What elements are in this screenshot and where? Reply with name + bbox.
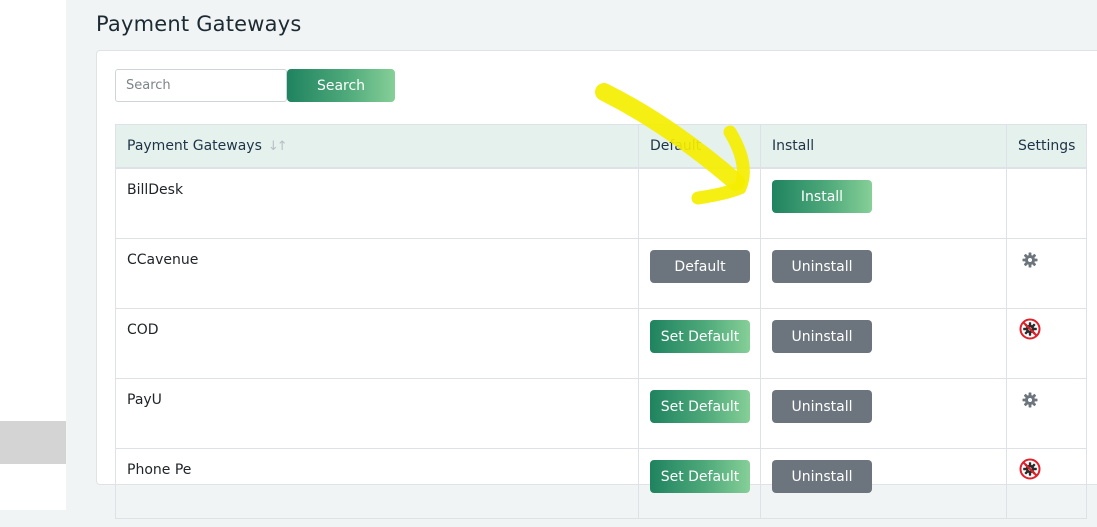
- table-row-cod: COD Set Default Uninstall: [115, 308, 1087, 379]
- settings-cell: [1006, 308, 1087, 379]
- install-button[interactable]: Install: [772, 180, 872, 213]
- default-button[interactable]: Default: [650, 250, 750, 283]
- table-row-billdesk: BillDesk Install: [115, 167, 1087, 239]
- table-row-ccavenue: CCavenue Default Uninstall: [115, 238, 1087, 309]
- gateway-name: Phone Pe: [115, 448, 639, 519]
- gateway-name: COD: [115, 308, 639, 379]
- table-row-phone-pe: Phone Pe Set Default Uninstall: [115, 448, 1087, 519]
- column-header-default: Default: [638, 124, 761, 169]
- settings-cell: [1006, 378, 1087, 449]
- default-cell: Default: [638, 238, 761, 309]
- gateways-card: Search Payment Gateways ↓↑ Default Instal…: [96, 50, 1097, 519]
- install-cell: Uninstall: [760, 308, 1007, 379]
- column-header-label: Payment Gateways: [127, 138, 262, 154]
- search-input[interactable]: [115, 69, 287, 102]
- column-header-payment-gateways[interactable]: Payment Gateways ↓↑: [115, 124, 639, 169]
- settings-cell: [1006, 238, 1087, 309]
- table-header-row: Payment Gateways ↓↑ Default Install Setti…: [115, 124, 1087, 169]
- install-cell: Install: [760, 167, 1007, 239]
- column-header-settings: Settings: [1006, 124, 1087, 169]
- gear-icon[interactable]: [1021, 251, 1039, 269]
- settings-cell: [1006, 167, 1087, 239]
- settings-disabled-icon: [1019, 458, 1041, 480]
- uninstall-button[interactable]: Uninstall: [772, 460, 872, 493]
- page-title: Payment Gateways: [96, 12, 302, 36]
- payment-gateways-table: Payment Gateways ↓↑ Default Install Setti…: [115, 124, 1087, 519]
- gateway-name: CCavenue: [115, 238, 639, 309]
- gateway-name: BillDesk: [115, 167, 639, 239]
- sort-icon[interactable]: ↓↑: [268, 139, 288, 154]
- set-default-button[interactable]: Set Default: [650, 390, 750, 423]
- install-cell: Uninstall: [760, 238, 1007, 309]
- uninstall-button[interactable]: Uninstall: [772, 320, 872, 353]
- default-cell: [638, 167, 761, 239]
- default-cell: Set Default: [638, 448, 761, 519]
- set-default-button[interactable]: Set Default: [650, 320, 750, 353]
- settings-cell: [1006, 448, 1087, 519]
- default-cell: Set Default: [638, 378, 761, 449]
- set-default-button[interactable]: Set Default: [650, 460, 750, 493]
- sidebar-active-item[interactable]: [0, 421, 66, 464]
- install-cell: Uninstall: [760, 448, 1007, 519]
- column-header-install: Install: [760, 124, 1007, 169]
- uninstall-button[interactable]: Uninstall: [772, 390, 872, 423]
- search-button[interactable]: Search: [287, 69, 395, 102]
- gateway-name: PayU: [115, 378, 639, 449]
- uninstall-button[interactable]: Uninstall: [772, 250, 872, 283]
- left-sidebar: [0, 0, 66, 510]
- gear-icon[interactable]: [1021, 391, 1039, 409]
- install-cell: Uninstall: [760, 378, 1007, 449]
- default-cell: Set Default: [638, 308, 761, 379]
- table-row-payu: PayU Set Default Uninstall: [115, 378, 1087, 449]
- settings-disabled-icon: [1019, 318, 1041, 340]
